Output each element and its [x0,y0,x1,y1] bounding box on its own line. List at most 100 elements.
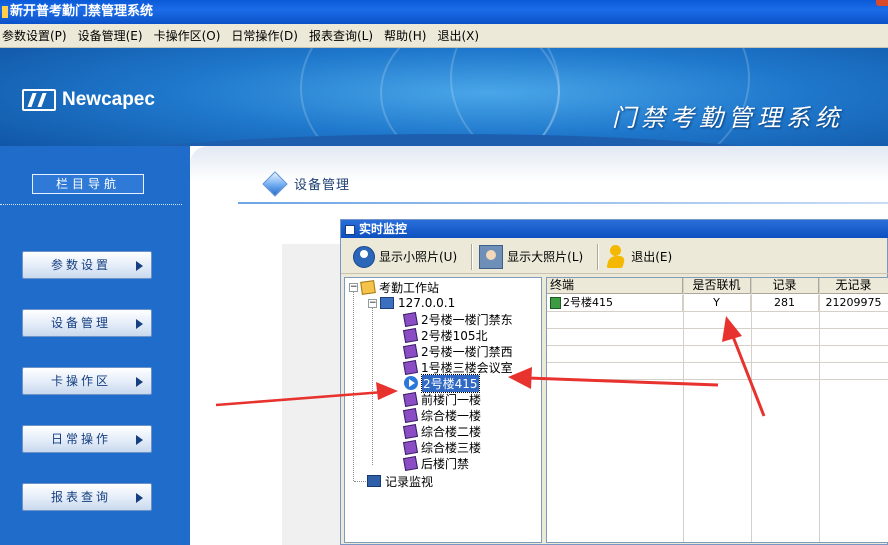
triangle-right-icon [136,435,143,445]
tree-node-label: 记录监视 [385,474,434,489]
tree-node-label: 前楼门一楼 [421,392,482,407]
left-navigation: 栏目导航 参数设置 设备管理 卡操作区 日常操作 报表查询 [0,146,190,545]
play-icon [404,376,418,390]
nav-button-daily-operations[interactable]: 日常操作 [22,425,152,453]
nav-button-param-settings[interactable]: 参数设置 [22,251,152,279]
tree-node-device[interactable]: 2号楼一楼门禁东 [402,311,513,327]
column-header-records[interactable]: 记录 [751,278,819,294]
app-icon [2,5,8,18]
device-tree[interactable]: − 考勤工作站 − 127.0.0.1 2号楼一楼门禁东 2号楼105北 2号楼… [344,277,542,543]
cell-terminal: 2号楼415 [547,295,683,312]
tree-node-device[interactable]: 2号楼105北 [402,327,488,343]
tree-node-label: 1号楼三楼会议室 [421,360,513,375]
nav-header: 栏目导航 [32,174,144,194]
close-icon[interactable] [876,0,888,6]
tree-node-device[interactable]: 2号楼一楼门禁西 [402,343,513,359]
window-icon [345,224,355,235]
tree-node-device[interactable]: 后楼门禁 [402,455,469,471]
menu-report-query[interactable]: 报表查询(L) [307,24,382,48]
table-row-empty [547,346,888,363]
collapse-icon[interactable]: − [349,282,358,292]
show-small-photo-label: 显示小照片(U) [379,250,458,264]
menu-daily-operations[interactable]: 日常操作(D) [229,24,307,48]
nav-button-card-operations[interactable]: 卡操作区 [22,367,152,395]
empty-cell [547,363,888,380]
breadcrumb-underline [238,202,888,204]
column-header-online[interactable]: 是否联机 [683,278,751,294]
table-row-empty [547,329,888,346]
show-small-photo-button[interactable]: 显示小照片(U) [353,245,458,268]
door-device-icon [402,311,419,327]
tree-node-label: 综合楼三楼 [421,440,482,455]
door-device-icon [402,343,419,359]
show-large-photo-button[interactable]: 显示大照片(L) [479,244,584,269]
terminal-grid[interactable]: 终端 是否联机 记录 无记录 2号楼415 Y 281 21209975 [546,277,888,543]
header-banner: Newcapec 门禁考勤管理系统 [0,48,888,160]
tree-node-device[interactable]: 综合楼二楼 [402,423,482,439]
monitor-toolbar: 显示小照片(U) 显示大照片(L) 退出(E) [341,240,888,274]
cell-no-record: 21209975 [819,295,888,312]
tree-node-workstation[interactable]: − 考勤工作站 [349,279,439,295]
tree-node-device[interactable]: 1号楼三楼会议室 [402,359,513,375]
nav-button-label: 报表查询 [51,490,112,504]
triangle-right-icon [136,493,143,503]
tree-node-device[interactable]: 综合楼三楼 [402,439,482,455]
door-device-icon [402,391,419,407]
window-title: 新开普考勤门禁管理系统 [10,4,154,19]
diamond-icon [262,170,288,197]
window-title-bar: 新开普考勤门禁管理系统 [0,0,888,24]
tree-node-device-selected[interactable]: 2号楼415 [404,373,480,393]
door-device-icon [402,439,419,455]
nav-button-report-query[interactable]: 报表查询 [22,483,152,511]
menu-param-settings[interactable]: 参数设置(P) [0,24,76,48]
workstation-icon [360,279,376,295]
door-device-icon [402,359,419,375]
grid-header: 终端 是否联机 记录 无记录 [547,278,888,294]
show-large-photo-label: 显示大照片(L) [507,250,584,264]
nav-button-device-management[interactable]: 设备管理 [22,309,152,337]
tree-line [372,307,373,465]
tree-node-device[interactable]: 前楼门一楼 [402,391,482,407]
exit-person-icon [605,244,627,269]
monitor-title-bar: 实时监控 [341,220,888,238]
nav-divider [0,204,182,205]
tree-node-label: 127.0.0.1 [398,296,456,310]
menu-bar: 参数设置(P) 设备管理(E) 卡操作区(O) 日常操作(D) 报表查询(L) … [0,24,888,48]
menu-device-management[interactable]: 设备管理(E) [76,24,152,48]
nav-button-label: 设备管理 [51,316,112,330]
tree-node-ip[interactable]: − 127.0.0.1 [368,295,455,311]
monitor-icon [367,475,381,487]
empty-cell [547,346,888,363]
cell-online: Y [683,295,751,312]
tree-node-label: 综合楼二楼 [421,424,482,439]
column-header-no-record[interactable]: 无记录 [819,278,888,294]
tree-line [353,291,354,481]
table-row[interactable]: 2号楼415 Y 281 21209975 [547,295,888,312]
realtime-monitor-window: 实时监控 显示小照片(U) 显示大照片(L) 退出(E) − 考勤工作站 − 1… [340,219,888,545]
logo-text: Newcapec [62,89,155,110]
tree-node-label: 2号楼105北 [421,328,488,343]
tree-node-record-monitor[interactable]: 记录监视 [367,473,433,489]
tree-node-device[interactable]: 综合楼一楼 [402,407,481,423]
empty-cell [547,329,888,346]
tree-node-label: 2号楼一楼门禁西 [421,344,513,359]
exit-label: 退出(E) [631,250,673,264]
door-device-icon [402,327,419,343]
door-device-icon [402,455,419,471]
content-placeholder [282,244,344,545]
menu-exit[interactable]: 退出(X) [435,24,488,48]
column-header-terminal[interactable]: 终端 [547,278,683,294]
collapse-icon[interactable]: − [368,298,377,308]
cell-records: 281 [751,295,819,312]
user-icon [353,245,375,268]
toolbar-separator [471,243,474,270]
company-logo: Newcapec [22,88,155,112]
triangle-right-icon [136,261,143,271]
triangle-right-icon [136,319,143,329]
door-device-icon [402,407,419,423]
menu-help[interactable]: 帮助(H) [382,24,435,48]
nav-button-label: 日常操作 [51,432,112,446]
menu-card-operations[interactable]: 卡操作区(O) [152,24,230,48]
photo-icon [479,244,504,269]
exit-button[interactable]: 退出(E) [605,244,673,269]
